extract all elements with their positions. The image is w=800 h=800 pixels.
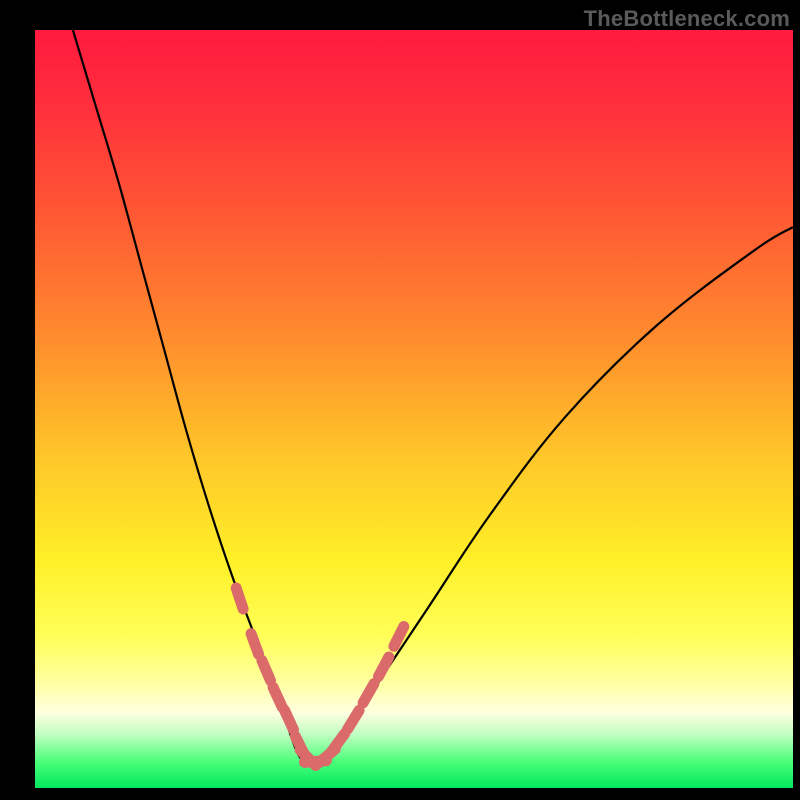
curve-marker (251, 634, 259, 655)
watermark-text: TheBottleneck.com (584, 6, 790, 32)
bottleneck-chart (0, 0, 800, 800)
curve-marker (236, 588, 243, 609)
chart-frame: TheBottleneck.com (0, 0, 800, 800)
gradient-background (35, 30, 793, 788)
